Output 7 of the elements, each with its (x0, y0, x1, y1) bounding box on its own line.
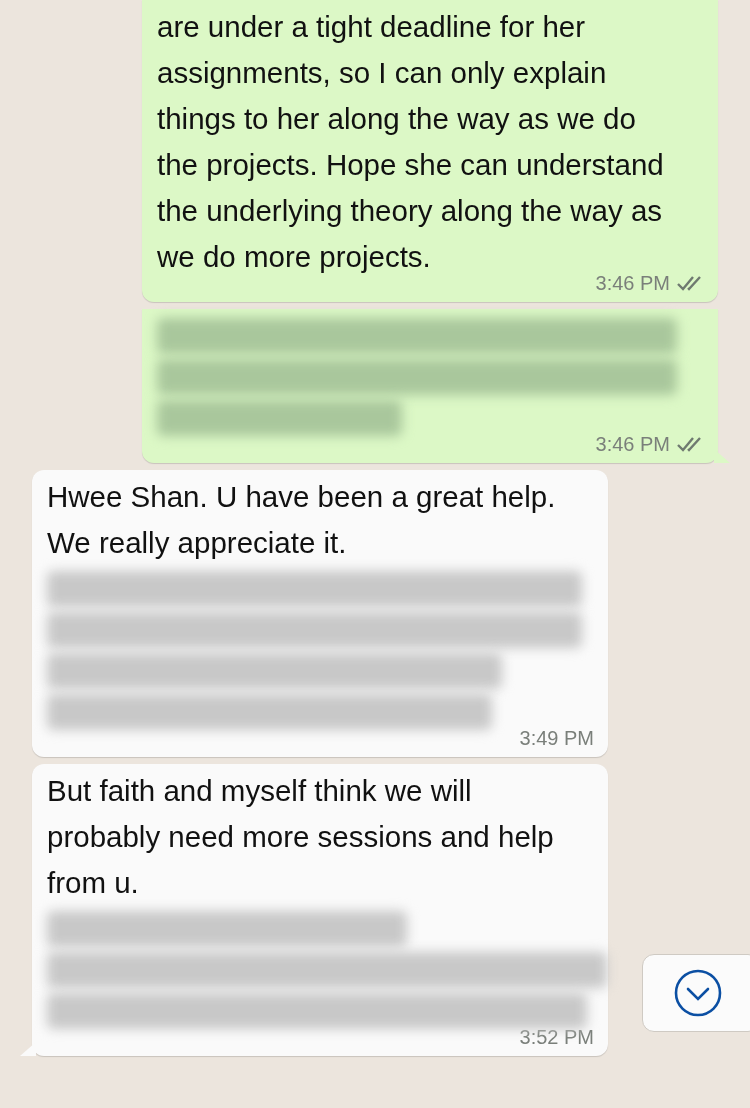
message-text: Hwee Shan. U have been a great help. We really appreciate it. (47, 479, 557, 561)
message-time: 3:52 PM (519, 1025, 594, 1049)
message-time: 3:46 PM (595, 432, 670, 456)
message-text: But faith and myself think we will probably need more sessions and help from u. (47, 773, 555, 901)
message-time: 3:49 PM (519, 726, 594, 750)
chevron-down-icon (673, 968, 723, 1018)
scroll-down-button[interactable] (642, 954, 750, 1032)
